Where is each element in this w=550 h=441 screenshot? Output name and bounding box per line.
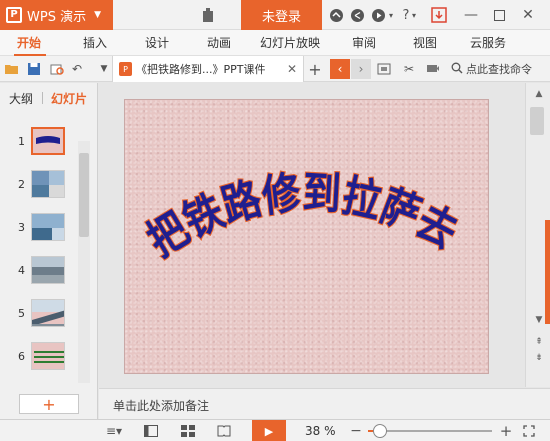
slide-thumbnail[interactable]	[31, 342, 65, 370]
chevron-down-icon[interactable]: ▾	[409, 6, 419, 24]
menu-animation[interactable]: 动画	[207, 30, 231, 56]
download-update-icon[interactable]	[430, 6, 448, 24]
slide-thumbnail[interactable]	[31, 256, 65, 284]
chevron-down-icon[interactable]: ▼	[95, 60, 113, 78]
maximize-icon[interactable]	[488, 4, 510, 26]
svg-text:把铁路修到拉萨去: 把铁路修到拉萨去	[139, 167, 465, 267]
panel-tabs: 大纲 幻灯片	[0, 83, 98, 111]
open-folder-icon[interactable]	[3, 60, 21, 78]
slide-sorter-icon[interactable]	[179, 423, 197, 439]
close-icon[interactable]: ✕	[287, 62, 297, 76]
menu-home[interactable]: 开始	[17, 30, 41, 56]
notes-toggle-icon[interactable]: ≡▾	[101, 423, 127, 439]
undo-icon[interactable]: ↶	[68, 60, 86, 78]
slide-thumbnail[interactable]	[31, 170, 65, 198]
app-name: WPS 演示	[27, 9, 87, 25]
tab-slides[interactable]: 幻灯片	[51, 90, 87, 107]
divider	[42, 92, 43, 104]
ppt-file-icon: P	[119, 62, 132, 76]
pin-icon[interactable]	[424, 60, 442, 78]
notes-pane[interactable]: 单击此处添加备注	[99, 388, 550, 419]
slide-thumbnail-row[interactable]: 1	[0, 125, 78, 159]
slide-thumbnail[interactable]	[31, 127, 65, 155]
menu-review[interactable]: 审阅	[352, 30, 376, 56]
search-label: 点此查找命令	[466, 63, 532, 76]
slide-thumbnail-row[interactable]: 4	[0, 254, 78, 288]
slide-editor: 把铁路修到拉萨去	[99, 83, 525, 387]
zoom-out-icon[interactable]: −	[349, 423, 363, 439]
scrollbar-thumb[interactable]	[530, 107, 544, 135]
add-slide-button[interactable]: +	[19, 394, 79, 414]
new-tab-plus-icon[interactable]: +	[306, 60, 324, 79]
zoom-in-icon[interactable]: +	[499, 422, 513, 440]
quick-toolbar: ↶ ▼ P 《把铁路修到...》PPT课件 ✕ + ‹ › ✂ 点此查找命令	[0, 56, 550, 82]
thumbnail-scrollbar[interactable]	[78, 141, 90, 383]
zoom-slider-knob[interactable]	[373, 424, 387, 438]
fit-window-icon[interactable]	[521, 423, 537, 439]
wps-logo-icon: P	[6, 7, 22, 23]
slide-number: 1	[18, 135, 25, 148]
menu-insert[interactable]: 插入	[83, 30, 107, 56]
slide-title-text: 把铁路修到拉萨去	[138, 166, 466, 268]
slide-canvas[interactable]: 把铁路修到拉萨去	[124, 99, 489, 374]
document-tab[interactable]: P 《把铁路修到...》PPT课件 ✕	[112, 56, 304, 82]
tab-scroll-left-button[interactable]: ‹	[330, 59, 350, 79]
title-bar: P WPS 演示 ▼ 未登录 ▾ ? ▾ — ✕	[0, 0, 550, 30]
chevron-down-icon[interactable]: ▾	[386, 6, 396, 24]
slide-number: 6	[18, 350, 25, 363]
slide-thumbnail-row[interactable]: 5	[0, 297, 78, 331]
save-icon[interactable]	[25, 60, 43, 78]
play-circle-icon[interactable]	[369, 6, 387, 24]
slideshow-icon[interactable]	[375, 60, 393, 78]
skin-icon[interactable]	[199, 6, 217, 24]
status-bar: ≡▾ ▶ 38 % − +	[0, 419, 550, 441]
slide-number: 3	[18, 221, 25, 234]
command-search[interactable]: 点此查找命令	[447, 56, 550, 82]
tab-scroll-right-button[interactable]: ›	[351, 59, 371, 79]
menu-design[interactable]: 设计	[145, 30, 169, 56]
slide-number: 5	[18, 307, 25, 320]
zoom-level[interactable]: 38 %	[305, 424, 336, 438]
close-icon[interactable]: ✕	[517, 4, 539, 26]
slide-thumbnail-row[interactable]: 6	[0, 340, 78, 374]
slide-number: 2	[18, 178, 25, 191]
menu-view[interactable]: 视图	[413, 30, 437, 56]
slide-thumbnail[interactable]	[31, 299, 65, 327]
slides-panel: 大纲 幻灯片 1 2 3 4 5 6 +	[0, 83, 98, 420]
normal-view-icon[interactable]	[142, 423, 160, 439]
start-slideshow-button[interactable]: ▶	[252, 420, 286, 441]
menu-bar: 开始 插入 设计 动画 幻灯片放映 审阅 视图 云服务	[0, 30, 550, 56]
scroll-down-icon[interactable]: ▼	[532, 313, 546, 327]
menu-slideshow[interactable]: 幻灯片放映	[260, 30, 320, 56]
minimize-icon[interactable]: —	[460, 4, 482, 26]
side-panel-toggle[interactable]	[545, 220, 550, 324]
tools-icon[interactable]: ✂	[400, 60, 418, 78]
chevron-down-icon: ▼	[94, 10, 101, 20]
menu-cloud-service[interactable]: 云服务	[470, 30, 506, 56]
login-button[interactable]: 未登录	[241, 0, 322, 30]
slide-thumbnail-row[interactable]: 3	[0, 211, 78, 245]
reading-view-icon[interactable]	[215, 423, 233, 439]
tab-outline[interactable]: 大纲	[9, 90, 33, 107]
slide-number: 4	[18, 264, 25, 277]
previous-slide-icon[interactable]: ⇞	[532, 335, 546, 349]
wps-app-menu-button[interactable]: P WPS 演示 ▼	[0, 0, 113, 30]
scroll-up-icon[interactable]: ▲	[532, 87, 546, 101]
print-preview-icon[interactable]	[48, 60, 66, 78]
document-tab-title: 《把铁路修到...》PPT课件	[136, 63, 266, 76]
slide-thumbnail[interactable]	[31, 213, 65, 241]
notes-placeholder: 单击此处添加备注	[113, 399, 210, 413]
slide-thumbnail-row[interactable]: 2	[0, 168, 78, 202]
share-icon[interactable]	[348, 6, 366, 24]
cloud-icon[interactable]	[327, 6, 345, 24]
next-slide-icon[interactable]: ⇟	[532, 351, 546, 365]
slide-title-wordart[interactable]: 把铁路修到拉萨去	[125, 100, 490, 375]
scrollbar-thumb[interactable]	[79, 153, 89, 237]
zoom-slider[interactable]	[368, 424, 492, 438]
search-icon	[451, 62, 463, 77]
